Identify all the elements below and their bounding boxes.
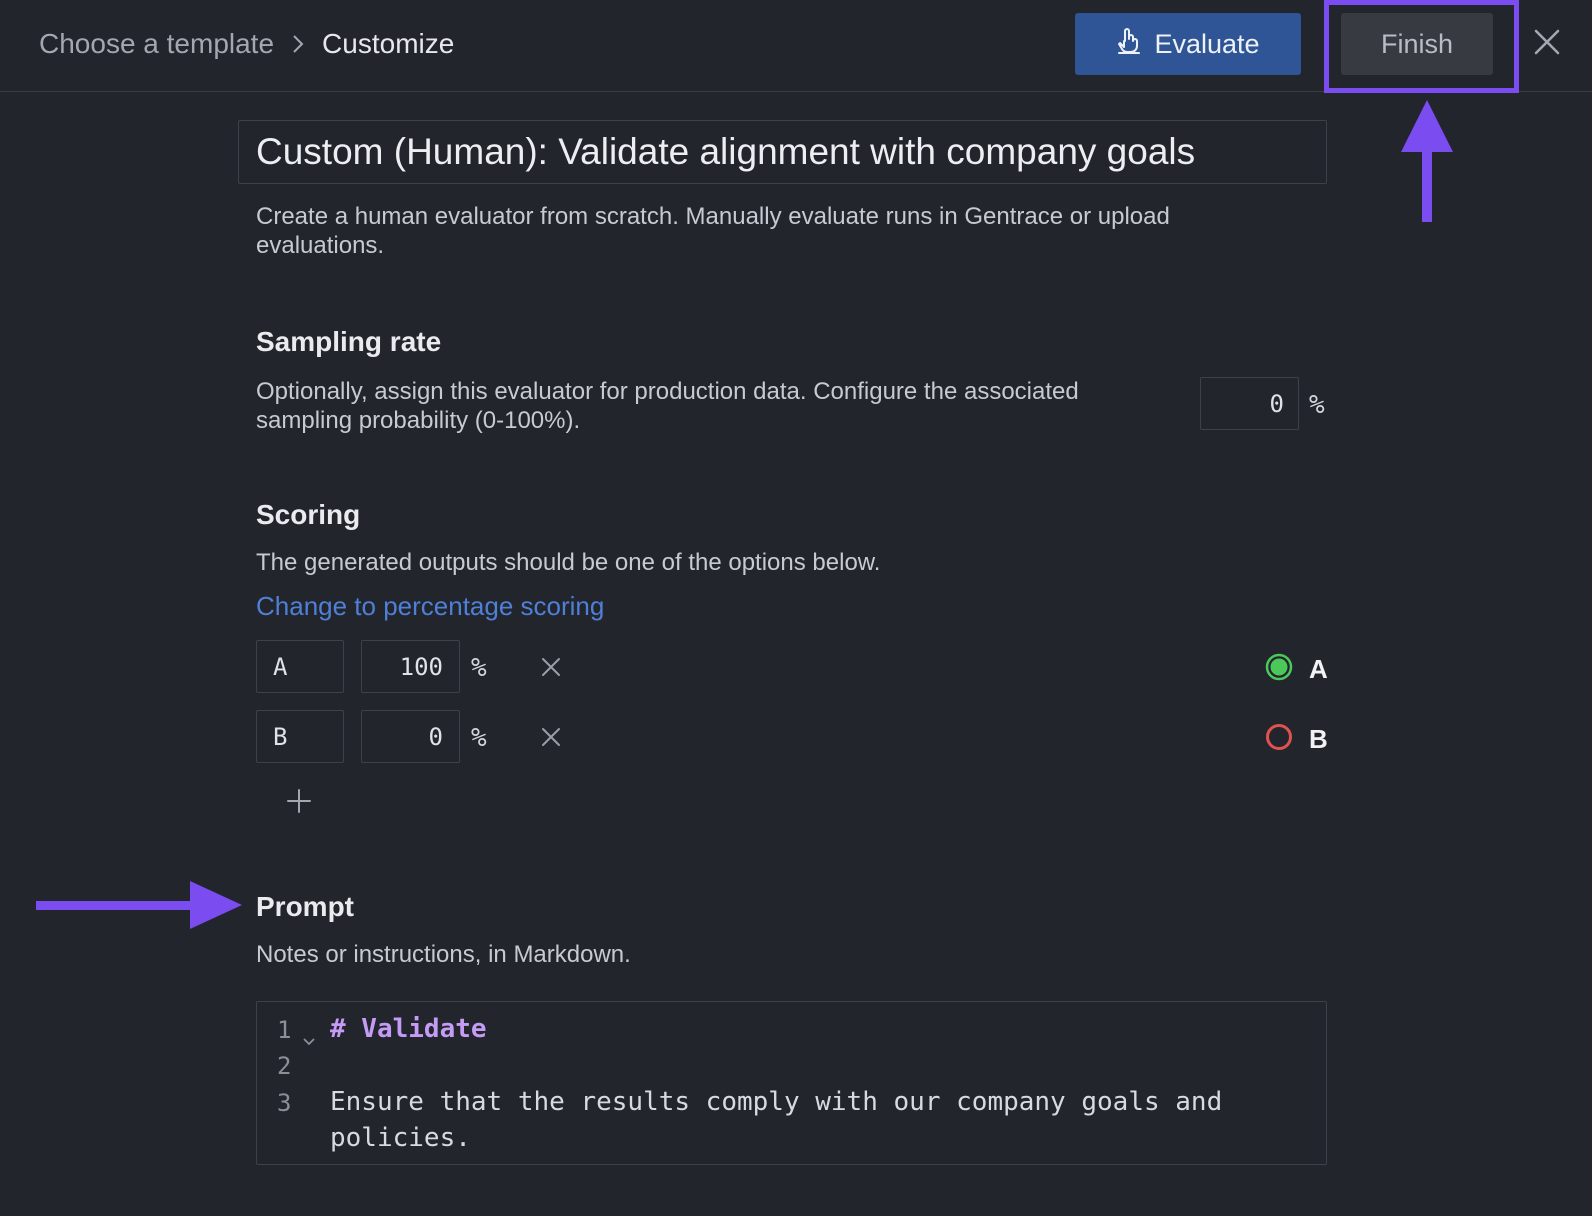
prompt-heading: Prompt xyxy=(256,891,354,922)
hand-pointer-icon xyxy=(1116,27,1142,62)
option-legend-label: A xyxy=(1309,654,1328,684)
fold-chevron-icon[interactable] xyxy=(302,1024,316,1046)
code-line: # Validate xyxy=(330,1014,487,1044)
option-percent-label: % xyxy=(471,653,487,683)
sampling-rate-input[interactable]: 0 xyxy=(1200,377,1299,430)
line-number: 1 xyxy=(277,1016,292,1044)
option-score-input[interactable]: 0 xyxy=(361,710,460,763)
finish-button[interactable]: Finish xyxy=(1341,13,1493,75)
option-percent-label: % xyxy=(471,723,487,753)
empty-circle-icon xyxy=(1265,723,1293,751)
scoring-description: The generated outputs should be one of t… xyxy=(256,549,881,576)
breadcrumb-customize: Customize xyxy=(322,28,455,59)
up-arrow-annotation-icon xyxy=(1401,100,1453,222)
prompt-description: Notes or instructions, in Markdown. xyxy=(256,941,631,968)
chevron-right-icon xyxy=(292,34,304,54)
remove-option-icon[interactable] xyxy=(540,656,562,678)
option-score-input[interactable]: 100 xyxy=(361,640,460,693)
code-line: policies. xyxy=(330,1123,471,1153)
evaluator-title-input[interactable]: Custom (Human): Validate alignment with … xyxy=(238,120,1327,184)
line-number: 3 xyxy=(277,1089,292,1117)
change-to-percentage-link[interactable]: Change to percentage scoring xyxy=(256,591,604,622)
add-option-icon[interactable] xyxy=(286,788,312,814)
evaluate-button[interactable]: Evaluate xyxy=(1075,13,1301,75)
sampling-rate-heading: Sampling rate xyxy=(256,326,442,357)
prompt-editor[interactable]: 1 # Validate 2 3 Ensure that the results… xyxy=(256,1001,1327,1165)
code-line: Ensure that the results comply with our … xyxy=(330,1087,1223,1117)
top-bar: Choose a template Customize Evaluate Fin… xyxy=(0,0,1592,93)
filled-circle-icon xyxy=(1265,653,1293,681)
breadcrumb: Choose a template Customize xyxy=(39,26,454,62)
remove-option-icon[interactable] xyxy=(540,726,562,748)
option-legend-label: B xyxy=(1309,724,1328,754)
scoring-heading: Scoring xyxy=(256,499,361,530)
close-icon[interactable] xyxy=(1531,26,1563,58)
option-name-input[interactable]: B xyxy=(256,710,344,763)
sampling-rate-description: Optionally, assign this evaluator for pr… xyxy=(256,378,1079,434)
option-name-input[interactable]: A xyxy=(256,640,344,693)
line-number: 2 xyxy=(277,1052,292,1080)
breadcrumb-choose-template[interactable]: Choose a template xyxy=(39,28,274,60)
evaluator-description: Create a human evaluator from scratch. M… xyxy=(256,203,1170,259)
evaluate-label: Evaluate xyxy=(1154,28,1260,59)
sampling-percent-label: % xyxy=(1309,390,1325,420)
right-arrow-annotation-icon xyxy=(36,881,242,929)
